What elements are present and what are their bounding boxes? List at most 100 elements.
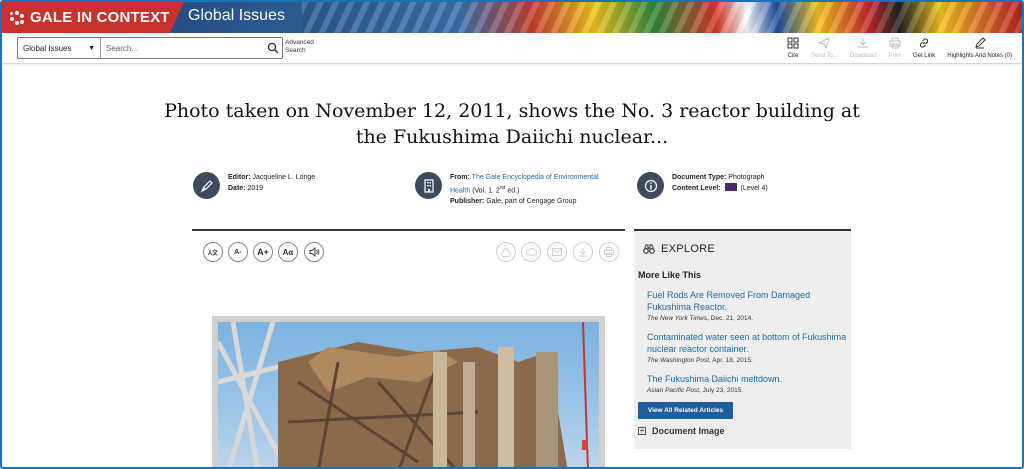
related-article: Contaminated water seen at bottom of Fuk… [634, 331, 851, 364]
meta-source-block: From: The Gale Encyclopedia of Environme… [415, 172, 618, 207]
print-icon [889, 37, 901, 49]
content-level-label: Content Level: [672, 185, 721, 192]
meta-doctype-block: Document Type: Photograph Content Level:… [637, 172, 768, 199]
document-image-label: Document Image [652, 426, 725, 436]
highlights-notes-label: Highlights And Notes (0) [947, 53, 1012, 59]
related-article-source: The New York Times [647, 315, 708, 322]
search-button[interactable] [264, 39, 282, 57]
related-article: The Fukushima Daiichi meltdown. Asian Pa… [634, 373, 851, 394]
brand-name: GALE IN CONTEXT [30, 9, 170, 26]
get-link-label: Get Link [912, 53, 936, 59]
browser-frame: GALE IN CONTEXT Global Issues Global Iss… [0, 0, 1024, 469]
related-article-source: Asian Pacific Post [647, 387, 700, 394]
google-drive-icon [501, 248, 511, 257]
font-style-button[interactable]: Aα [278, 242, 298, 262]
send-to-button[interactable]: Send To... [805, 36, 844, 62]
date-label: Date: [228, 185, 246, 192]
print-button[interactable]: Print [883, 36, 907, 62]
more-like-this-heading: More Like This [638, 270, 702, 280]
font-decrease-icon: A- [234, 248, 242, 256]
meta-doctype-circle [637, 172, 664, 199]
binoculars-icon [643, 244, 655, 254]
source-volume-post: ed.) [505, 187, 520, 195]
search-box: Global Issues ▼ [17, 37, 283, 59]
plus-icon: + [638, 426, 646, 435]
google-drive-button[interactable] [496, 242, 516, 262]
content-level-icon [724, 183, 737, 191]
translate-button[interactable]: A文 [203, 242, 223, 262]
toolbar: Global Issues ▼ Advanced Search Cite Sen… [2, 33, 1022, 64]
brand-logo[interactable]: GALE IN CONTEXT [2, 2, 170, 33]
download-label: Download [849, 53, 877, 59]
explore-sidebar: EXPLORE More Like This Fuel Rods Are Rem… [634, 231, 851, 449]
reactor-building-illustration [218, 322, 589, 467]
related-article: Fuel Rods Are Removed From Damaged Fukus… [634, 289, 851, 322]
chevron-down-icon: ▼ [88, 44, 95, 52]
doctype-label: Document Type: [672, 174, 727, 181]
related-article-link[interactable]: Contaminated water seen at bottom of Fuk… [647, 331, 851, 355]
meta-editor-circle [193, 172, 220, 199]
print-icon [604, 247, 614, 257]
font-increase-icon: A+ [257, 247, 269, 257]
print-doc-button[interactable] [599, 242, 619, 262]
highlights-notes-button[interactable]: Highlights And Notes (0) [941, 36, 1018, 62]
send-icon [818, 37, 831, 49]
search-icon [267, 42, 279, 54]
explore-heading: EXPLORE [661, 243, 716, 255]
related-article-date: , July 23, 2015. [699, 387, 744, 394]
advanced-search-link[interactable]: Advanced Search [285, 39, 319, 55]
document-image-toggle[interactable]: + Document Image [634, 419, 851, 436]
send-to-label: Send To... [810, 53, 838, 59]
related-article-date: , Dec. 21, 2014. [707, 315, 754, 322]
translate-icon: A文 [207, 250, 219, 257]
flags-background [302, 2, 1022, 33]
download-icon [579, 248, 587, 257]
product-name[interactable]: Global Issues [188, 7, 285, 25]
editor-label: Editor: [228, 174, 251, 181]
font-style-icon: Aα [282, 247, 294, 257]
content-divider [192, 229, 625, 231]
download-doc-button[interactable] [573, 242, 593, 262]
get-link-button[interactable]: Get Link [907, 36, 941, 62]
document-image-frame [212, 316, 605, 467]
download-icon [858, 38, 869, 48]
related-article-link[interactable]: The Fukushima Daiichi meltdown. [647, 373, 851, 385]
search-input[interactable] [101, 39, 264, 57]
document-title: Photo taken on November 12, 2011, shows … [164, 100, 860, 148]
font-decrease-button[interactable]: A- [228, 242, 248, 262]
header-banner: GALE IN CONTEXT Global Issues [2, 2, 1022, 33]
font-increase-button[interactable]: A+ [253, 242, 273, 262]
speaker-icon [309, 247, 319, 257]
doctype-value: Photograph [728, 174, 765, 181]
pen-nib-icon [200, 179, 213, 192]
view-all-related-button[interactable]: View All Related Articles [638, 402, 733, 419]
print-label: Print [888, 53, 901, 59]
meta-editor-block: Editor: Jacqueline L. Longe Date: 2019 [193, 172, 315, 199]
cloud-icon [525, 248, 537, 256]
publisher-label: Publisher: [450, 198, 485, 206]
info-icon [644, 179, 657, 192]
gale-logo-icon [10, 10, 24, 25]
date-value: 2019 [247, 185, 264, 192]
related-article-link[interactable]: Fuel Rods Are Removed From Damaged Fukus… [647, 289, 851, 313]
email-icon [552, 248, 562, 256]
email-button[interactable] [547, 242, 567, 262]
cite-icon [787, 37, 799, 49]
document-tools: Cite Send To... Download Print Get Link … [781, 36, 1018, 62]
search-scope-select[interactable]: Global Issues ▼ [18, 38, 101, 58]
content-level-value: (Level 4) [740, 185, 768, 192]
related-article-source: The Washington Post [647, 357, 710, 364]
source-volume-pre: (Vol. 1. 2 [472, 187, 500, 195]
download-button[interactable]: Download [844, 36, 883, 62]
search-scope-value: Global Issues [23, 43, 72, 53]
brand-tail [170, 2, 184, 33]
related-article-date: , Apr. 18, 2015. [709, 357, 753, 364]
onedrive-button[interactable] [521, 242, 541, 262]
publisher-value: Gale, part of Cengage Group [486, 198, 577, 206]
cite-button[interactable]: Cite [781, 36, 805, 62]
meta-source-circle [415, 172, 442, 199]
cite-label: Cite [787, 53, 799, 59]
pen-icon [974, 37, 986, 49]
listen-button[interactable] [304, 242, 324, 262]
reactor-photo[interactable] [218, 322, 599, 467]
